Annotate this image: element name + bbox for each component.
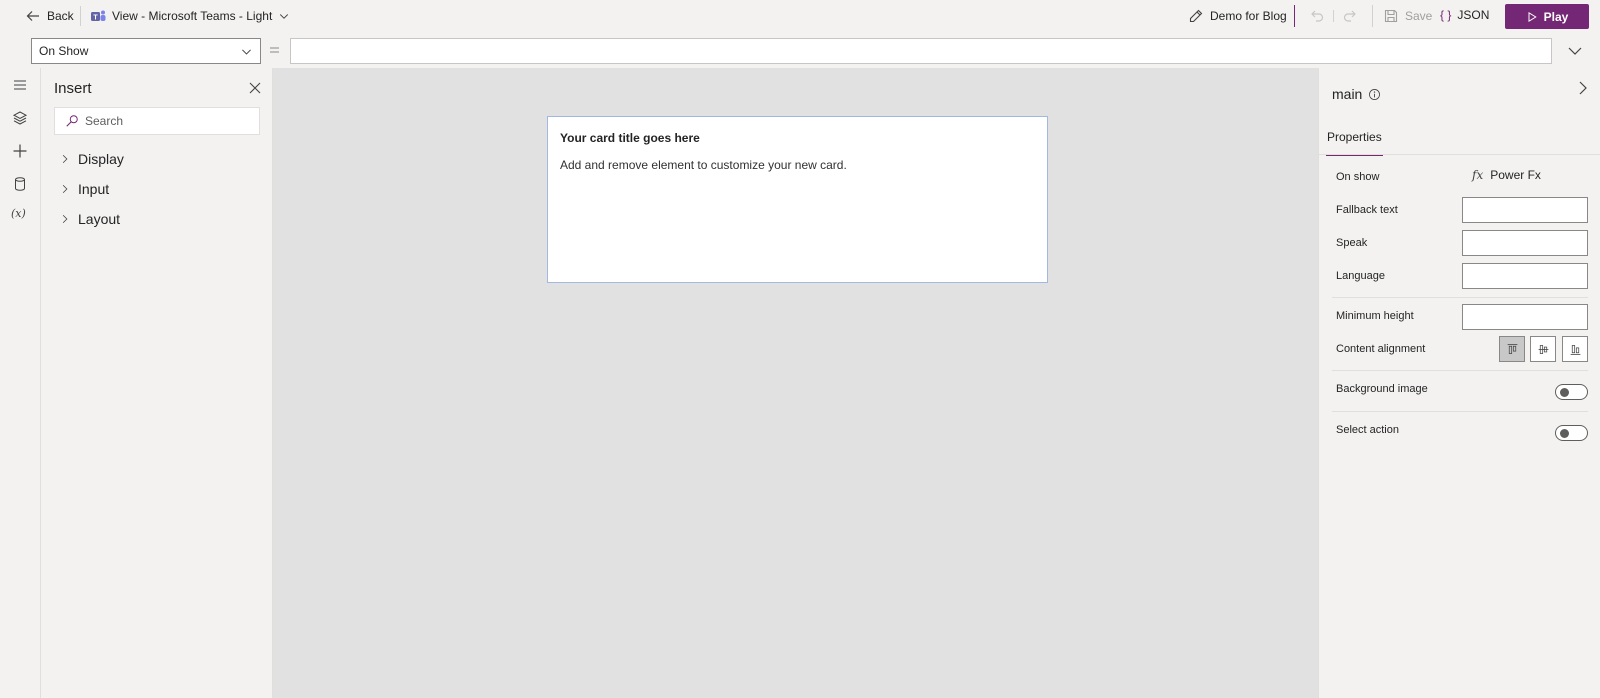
search-box[interactable] [54, 107, 260, 135]
on-show-label: On show [1336, 171, 1380, 183]
toggle-knob [1560, 429, 1569, 438]
align-center-icon [1538, 344, 1548, 354]
insert-panel-title: Insert [54, 80, 92, 97]
insert-panel: Insert Display Input Layout [41, 68, 273, 698]
property-dropdown[interactable]: On Show [31, 38, 261, 64]
insert-plus-icon[interactable] [12, 143, 28, 159]
save-button[interactable]: Save [1383, 8, 1432, 24]
insert-category-layout[interactable]: Layout [60, 211, 120, 227]
chevron-right-icon [62, 154, 68, 164]
project-name-button[interactable]: Demo for Blog [1188, 8, 1287, 24]
view-theme-label: View - Microsoft Teams - Light [112, 9, 273, 23]
view-theme-dropdown[interactable]: T View - Microsoft Teams - Light [90, 8, 290, 24]
layers-icon[interactable] [12, 110, 28, 126]
back-button[interactable]: Back [25, 8, 74, 24]
insert-category-label: Layout [78, 211, 121, 227]
json-label: JSON [1457, 8, 1490, 22]
power-fx-label: Power Fx [1490, 168, 1541, 182]
align-bottom-button[interactable] [1562, 336, 1588, 362]
insert-category-input[interactable]: Input [60, 181, 109, 197]
play-label: Play [1543, 9, 1569, 24]
minimum-height-label: Minimum height [1336, 310, 1414, 322]
language-label: Language [1336, 270, 1385, 282]
arrow-left-icon [26, 11, 39, 21]
power-fx-button[interactable]: fx Power Fx [1472, 168, 1541, 182]
chevron-right-icon [62, 214, 68, 224]
toolbar-divider [80, 6, 81, 26]
align-bottom-icon [1570, 344, 1580, 355]
content-alignment-label: Content alignment [1336, 343, 1426, 355]
insert-category-label: Input [78, 181, 110, 197]
search-icon [66, 115, 78, 127]
teams-icon: T [91, 10, 106, 22]
hamburger-menu-icon[interactable] [12, 77, 28, 93]
braces-icon: { } [1440, 8, 1452, 22]
variables-icon[interactable]: (x) [11, 207, 26, 220]
toolbar-divider [1333, 10, 1334, 22]
chevron-down-icon [280, 14, 289, 19]
background-image-toggle[interactable] [1555, 384, 1588, 400]
fx-icon: fx [1472, 168, 1484, 182]
align-top-button[interactable] [1499, 336, 1525, 362]
select-action-toggle[interactable] [1555, 425, 1588, 441]
tab-underline-divider [1319, 154, 1600, 155]
info-icon[interactable] [1368, 88, 1381, 101]
property-dropdown-value: On Show [39, 44, 89, 58]
toggle-knob [1560, 388, 1569, 397]
section-divider [1332, 411, 1588, 412]
toolbar-divider [1372, 5, 1373, 27]
database-icon[interactable] [12, 176, 28, 192]
align-center-button[interactable] [1530, 336, 1556, 362]
save-icon [1384, 9, 1398, 23]
redo-icon[interactable] [1342, 8, 1358, 24]
section-divider [1332, 370, 1588, 371]
background-image-label: Background image [1336, 383, 1428, 395]
search-input[interactable] [85, 114, 245, 128]
chevron-down-icon [242, 49, 251, 55]
top-bar: Back T View - Microsoft Teams - Light De… [0, 0, 1600, 32]
svg-text:T: T [93, 15, 98, 22]
chevron-right-icon[interactable] [1575, 80, 1591, 96]
select-action-label: Select action [1336, 424, 1399, 436]
play-icon [1528, 11, 1537, 22]
project-name-label: Demo for Blog [1210, 9, 1287, 23]
adaptive-card[interactable]: Your card title goes here Add and remove… [547, 116, 1048, 283]
speak-label: Speak [1336, 237, 1368, 249]
element-name-label: main [1332, 86, 1363, 102]
minimum-height-input[interactable] [1462, 304, 1588, 330]
fallback-text-label: Fallback text [1336, 204, 1398, 216]
play-button[interactable]: Play [1505, 4, 1589, 29]
fallback-text-input[interactable] [1462, 197, 1588, 223]
toolbar-divider [1294, 5, 1295, 27]
formula-bar: On Show [0, 36, 1600, 64]
insert-category-label: Display [78, 151, 124, 167]
design-canvas[interactable]: Your card title goes here Add and remove… [273, 68, 1318, 698]
language-input[interactable] [1462, 263, 1588, 289]
section-divider [1332, 297, 1588, 298]
back-label: Back [47, 9, 74, 23]
equals-icon [270, 47, 279, 53]
close-icon[interactable] [247, 80, 263, 96]
properties-panel: main Properties On show fx Power Fx Fall… [1318, 68, 1600, 698]
card-body-text[interactable]: Add and remove element to customize your… [560, 158, 1035, 172]
speak-input[interactable] [1462, 230, 1588, 256]
chevron-down-icon[interactable] [1567, 43, 1583, 59]
left-rail: (x) [0, 68, 41, 698]
align-top-icon [1507, 343, 1517, 354]
pencil-icon [1189, 9, 1203, 23]
tab-properties[interactable]: Properties [1326, 130, 1383, 156]
element-name: main [1332, 86, 1381, 102]
insert-category-display[interactable]: Display [60, 151, 124, 167]
card-title[interactable]: Your card title goes here [560, 131, 1035, 145]
chevron-right-icon [62, 184, 68, 194]
save-label: Save [1405, 9, 1433, 23]
formula-input[interactable] [290, 38, 1552, 64]
undo-icon[interactable] [1309, 8, 1325, 24]
json-button[interactable]: { } JSON [1440, 8, 1489, 22]
